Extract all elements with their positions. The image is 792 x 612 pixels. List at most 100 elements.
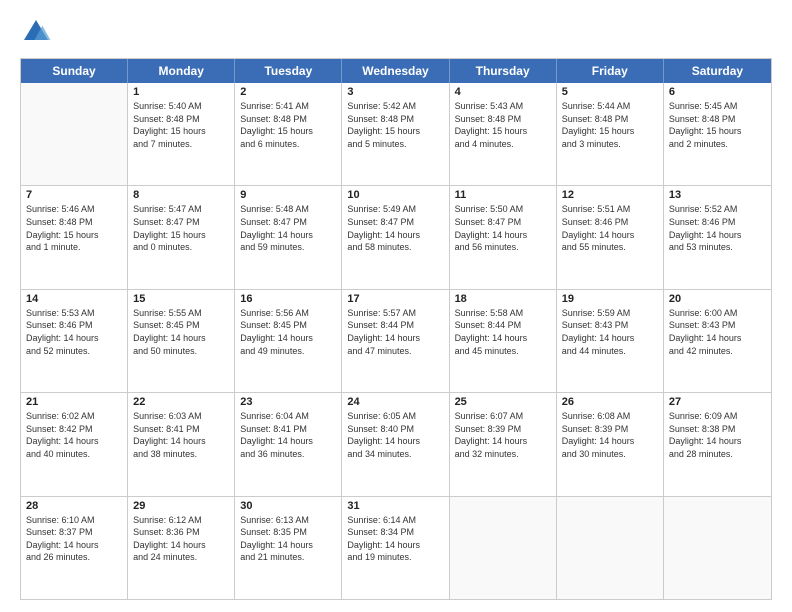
day-info: Sunrise: 6:00 AM Sunset: 8:43 PM Dayligh… — [669, 307, 766, 357]
header-day-sunday: Sunday — [21, 59, 128, 83]
calendar-cell: 16 Sunrise: 5:56 AM Sunset: 8:45 PM Dayli… — [235, 290, 342, 392]
calendar: SundayMondayTuesdayWednesdayThursdayFrid… — [20, 58, 772, 600]
calendar-cell — [557, 497, 664, 599]
day-number: 31 — [347, 500, 443, 512]
page: SundayMondayTuesdayWednesdayThursdayFrid… — [0, 0, 792, 612]
day-number: 2 — [240, 86, 336, 98]
calendar-cell: 24 Sunrise: 6:05 AM Sunset: 8:40 PM Dayli… — [342, 393, 449, 495]
day-info: Sunrise: 5:40 AM Sunset: 8:48 PM Dayligh… — [133, 100, 229, 150]
calendar-cell: 20 Sunrise: 6:00 AM Sunset: 8:43 PM Dayli… — [664, 290, 771, 392]
calendar-cell: 11 Sunrise: 5:50 AM Sunset: 8:47 PM Dayli… — [450, 186, 557, 288]
day-info: Sunrise: 5:45 AM Sunset: 8:48 PM Dayligh… — [669, 100, 766, 150]
day-number: 24 — [347, 396, 443, 408]
day-number: 15 — [133, 293, 229, 305]
day-number: 29 — [133, 500, 229, 512]
day-info: Sunrise: 6:07 AM Sunset: 8:39 PM Dayligh… — [455, 410, 551, 460]
day-info: Sunrise: 6:08 AM Sunset: 8:39 PM Dayligh… — [562, 410, 658, 460]
day-info: Sunrise: 5:56 AM Sunset: 8:45 PM Dayligh… — [240, 307, 336, 357]
calendar-cell: 8 Sunrise: 5:47 AM Sunset: 8:47 PM Daylig… — [128, 186, 235, 288]
calendar-cell: 17Sunrise: 5:57 AM Sunset: 8:44 PM Dayli… — [342, 290, 449, 392]
calendar-cell: 1 Sunrise: 5:40 AM Sunset: 8:48 PM Daylig… — [128, 83, 235, 185]
day-info: Sunrise: 5:43 AM Sunset: 8:48 PM Dayligh… — [455, 100, 551, 150]
calendar-cell: 2 Sunrise: 5:41 AM Sunset: 8:48 PM Daylig… — [235, 83, 342, 185]
header-day-tuesday: Tuesday — [235, 59, 342, 83]
day-info: Sunrise: 6:09 AM Sunset: 8:38 PM Dayligh… — [669, 410, 766, 460]
day-info: Sunrise: 5:41 AM Sunset: 8:48 PM Dayligh… — [240, 100, 336, 150]
day-info: Sunrise: 6:13 AM Sunset: 8:35 PM Dayligh… — [240, 514, 336, 564]
calendar-cell: 14 Sunrise: 5:53 AM Sunset: 8:46 PM Dayli… — [21, 290, 128, 392]
day-info: Sunrise: 5:49 AM Sunset: 8:47 PM Dayligh… — [347, 203, 443, 253]
header-day-thursday: Thursday — [450, 59, 557, 83]
day-number: 27 — [669, 396, 766, 408]
day-info: Sunrise: 5:42 AM Sunset: 8:48 PM Dayligh… — [347, 100, 443, 150]
calendar-cell: 9 Sunrise: 5:48 AM Sunset: 8:47 PM Daylig… — [235, 186, 342, 288]
day-number: 12 — [562, 189, 658, 201]
day-info: Sunrise: 5:47 AM Sunset: 8:47 PM Dayligh… — [133, 203, 229, 253]
day-number: 11 — [455, 189, 551, 201]
day-info: Sunrise: 6:04 AM Sunset: 8:41 PM Dayligh… — [240, 410, 336, 460]
day-number: 5 — [562, 86, 658, 98]
calendar-cell: 30 Sunrise: 6:13 AM Sunset: 8:35 PM Dayli… — [235, 497, 342, 599]
day-number: 14 — [26, 293, 122, 305]
day-info: Sunrise: 6:05 AM Sunset: 8:40 PM Dayligh… — [347, 410, 443, 460]
day-number: 28 — [26, 500, 122, 512]
day-number: 8 — [133, 189, 229, 201]
day-info: Sunrise: 6:14 AM Sunset: 8:34 PM Dayligh… — [347, 514, 443, 564]
calendar-cell: 28 Sunrise: 6:10 AM Sunset: 8:37 PM Dayli… — [21, 497, 128, 599]
day-number: 30 — [240, 500, 336, 512]
calendar-cell: 29 Sunrise: 6:12 AM Sunset: 8:36 PM Dayli… — [128, 497, 235, 599]
calendar-cell: 19Sunrise: 5:59 AM Sunset: 8:43 PM Dayli… — [557, 290, 664, 392]
day-number: 10 — [347, 189, 443, 201]
day-number: 25 — [455, 396, 551, 408]
day-info: Sunrise: 6:12 AM Sunset: 8:36 PM Dayligh… — [133, 514, 229, 564]
day-info: Sunrise: 5:52 AM Sunset: 8:46 PM Dayligh… — [669, 203, 766, 253]
calendar-cell: 27 Sunrise: 6:09 AM Sunset: 8:38 PM Dayli… — [664, 393, 771, 495]
calendar-week-1: 1 Sunrise: 5:40 AM Sunset: 8:48 PM Daylig… — [21, 83, 771, 186]
day-number: 13 — [669, 189, 766, 201]
calendar-cell: 26Sunrise: 6:08 AM Sunset: 8:39 PM Dayli… — [557, 393, 664, 495]
day-info: Sunrise: 5:50 AM Sunset: 8:47 PM Dayligh… — [455, 203, 551, 253]
day-number: 9 — [240, 189, 336, 201]
day-number: 20 — [669, 293, 766, 305]
day-info: Sunrise: 5:53 AM Sunset: 8:46 PM Dayligh… — [26, 307, 122, 357]
calendar-cell: 5 Sunrise: 5:44 AM Sunset: 8:48 PM Daylig… — [557, 83, 664, 185]
day-number: 1 — [133, 86, 229, 98]
day-info: Sunrise: 6:10 AM Sunset: 8:37 PM Dayligh… — [26, 514, 122, 564]
calendar-cell: 13 Sunrise: 5:52 AM Sunset: 8:46 PM Dayli… — [664, 186, 771, 288]
header-day-wednesday: Wednesday — [342, 59, 449, 83]
calendar-week-3: 14 Sunrise: 5:53 AM Sunset: 8:46 PM Dayli… — [21, 290, 771, 393]
calendar-cell: 3 Sunrise: 5:42 AM Sunset: 8:48 PM Daylig… — [342, 83, 449, 185]
calendar-cell: 12Sunrise: 5:51 AM Sunset: 8:46 PM Dayli… — [557, 186, 664, 288]
day-number: 6 — [669, 86, 766, 98]
day-info: Sunrise: 6:02 AM Sunset: 8:42 PM Dayligh… — [26, 410, 122, 460]
day-number: 18 — [455, 293, 551, 305]
calendar-cell: 15Sunrise: 5:55 AM Sunset: 8:45 PM Dayli… — [128, 290, 235, 392]
day-number: 22 — [133, 396, 229, 408]
day-number: 16 — [240, 293, 336, 305]
calendar-cell: 23 Sunrise: 6:04 AM Sunset: 8:41 PM Dayli… — [235, 393, 342, 495]
calendar-cell: 7 Sunrise: 5:46 AM Sunset: 8:48 PM Daylig… — [21, 186, 128, 288]
day-number: 17 — [347, 293, 443, 305]
day-info: Sunrise: 5:46 AM Sunset: 8:48 PM Dayligh… — [26, 203, 122, 253]
calendar-week-2: 7 Sunrise: 5:46 AM Sunset: 8:48 PM Daylig… — [21, 186, 771, 289]
day-info: Sunrise: 5:58 AM Sunset: 8:44 PM Dayligh… — [455, 307, 551, 357]
logo — [20, 16, 56, 48]
calendar-cell: 10 Sunrise: 5:49 AM Sunset: 8:47 PM Dayli… — [342, 186, 449, 288]
day-number: 3 — [347, 86, 443, 98]
day-number: 21 — [26, 396, 122, 408]
calendar-header: SundayMondayTuesdayWednesdayThursdayFrid… — [21, 59, 771, 83]
calendar-cell: 21 Sunrise: 6:02 AM Sunset: 8:42 PM Dayli… — [21, 393, 128, 495]
logo-icon — [20, 16, 52, 48]
day-number: 23 — [240, 396, 336, 408]
calendar-cell — [450, 497, 557, 599]
calendar-cell — [21, 83, 128, 185]
day-info: Sunrise: 5:48 AM Sunset: 8:47 PM Dayligh… — [240, 203, 336, 253]
calendar-cell: 31 Sunrise: 6:14 AM Sunset: 8:34 PM Dayli… — [342, 497, 449, 599]
header — [20, 16, 772, 48]
day-number: 7 — [26, 189, 122, 201]
day-info: Sunrise: 5:44 AM Sunset: 8:48 PM Dayligh… — [562, 100, 658, 150]
day-number: 4 — [455, 86, 551, 98]
day-info: Sunrise: 5:59 AM Sunset: 8:43 PM Dayligh… — [562, 307, 658, 357]
calendar-cell: 22Sunrise: 6:03 AM Sunset: 8:41 PM Dayli… — [128, 393, 235, 495]
header-day-monday: Monday — [128, 59, 235, 83]
